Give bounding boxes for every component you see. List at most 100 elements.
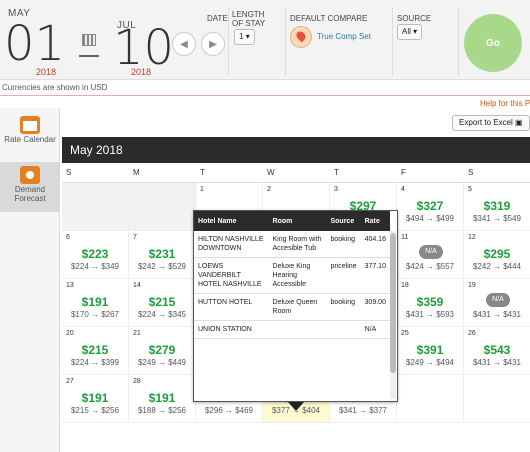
table-header: Room bbox=[268, 211, 327, 231]
popup-scrollbar[interactable] bbox=[390, 231, 396, 399]
calendar-day-cell[interactable]: 7 $231 $242 → $529 bbox=[129, 231, 196, 279]
default-compare-link[interactable]: True Comp Set bbox=[317, 32, 371, 41]
caret-down-icon: ▾ bbox=[245, 32, 250, 41]
chevron-right-icon: ▶ bbox=[209, 38, 217, 50]
table-header: Source bbox=[326, 211, 361, 231]
na-badge: N/A bbox=[419, 245, 443, 259]
scrollbar-thumb[interactable] bbox=[390, 233, 396, 373]
calendar-day-cell[interactable]: 12 $295 $242 → $444 bbox=[464, 231, 530, 279]
day-number: 5 bbox=[468, 186, 472, 193]
top-filter-bar: MAY 01 2018 JUL 10 2018 ◀ ▶ DATE LENGTH … bbox=[0, 0, 530, 80]
rate-range: $431 → $431 bbox=[472, 358, 522, 367]
calendar-day-cell[interactable]: 21 $279 $249 → $449 bbox=[129, 327, 196, 375]
currency-note: Currencies are shown in USD bbox=[2, 83, 108, 92]
source-label: SOURCE bbox=[397, 14, 432, 23]
source-value: All bbox=[402, 27, 411, 36]
caret-down-icon: ▾ bbox=[413, 27, 418, 36]
divider bbox=[392, 8, 393, 76]
rate-range: $170 → $267 bbox=[70, 310, 120, 319]
calendar-day-cell bbox=[397, 375, 464, 423]
weekday-header: W bbox=[263, 163, 330, 183]
day-number: 26 bbox=[468, 330, 476, 337]
calendar-day-cell bbox=[62, 183, 129, 231]
calendar-day-cell[interactable]: 25 $391 $249 → $494 bbox=[397, 327, 464, 375]
rate-price: $223 bbox=[81, 247, 109, 261]
date-label: DATE bbox=[207, 14, 228, 23]
calendar-day-cell[interactable]: 13 $191 $170 → $267 bbox=[62, 279, 129, 327]
rate-price: $319 bbox=[483, 199, 511, 213]
go-button[interactable]: Go bbox=[464, 14, 522, 72]
divider bbox=[228, 8, 229, 76]
map-pin-icon[interactable] bbox=[290, 26, 312, 48]
table-row: LOEWS VANDERBILT HOTEL NASHVILLE Deluxe K… bbox=[194, 257, 390, 294]
rate-range: $215 → $256 bbox=[70, 406, 120, 415]
table-cell bbox=[268, 320, 327, 339]
table-cell: King Room with Accesible Tub bbox=[268, 231, 327, 258]
table-row: UNION STATION N/A bbox=[194, 320, 390, 339]
weekday-header: F bbox=[397, 163, 464, 183]
prev-date-button[interactable]: ◀ bbox=[172, 32, 196, 56]
table-header: Rate bbox=[360, 211, 390, 231]
table-cell: LOEWS VANDERBILT HOTEL NASHVILLE bbox=[194, 257, 269, 294]
rate-table: Hotel Name Room Source Rate HILTON NASHVILL… bbox=[194, 211, 390, 339]
table-header: Hotel Name bbox=[194, 211, 269, 231]
weekday-header: S bbox=[464, 163, 530, 183]
weekday-header: T bbox=[330, 163, 397, 183]
end-year: 2018 bbox=[131, 67, 152, 77]
rate-range: $494 → $499 bbox=[405, 214, 455, 223]
calendar-day-cell[interactable]: 26 $543 $431 → $431 bbox=[464, 327, 530, 375]
rate-range: $249 → $449 bbox=[137, 358, 187, 367]
table-cell: priceline bbox=[326, 257, 361, 294]
weekday-header: M bbox=[129, 163, 196, 183]
sidebar-item-rate-calendar[interactable]: Rate Calendar bbox=[0, 112, 60, 162]
calendar-day-cell[interactable]: 14 $215 $224 → $345 bbox=[129, 279, 196, 327]
rate-price: $231 bbox=[148, 247, 176, 261]
table-row: HILTON NASHVILLE DOWNTOWN King Room with … bbox=[194, 231, 390, 258]
source-select[interactable]: All ▾ bbox=[397, 24, 423, 40]
rate-price: $215 bbox=[81, 343, 109, 357]
day-number: 4 bbox=[401, 186, 405, 193]
table-cell: 377.10 bbox=[360, 257, 390, 294]
money-icon bbox=[20, 166, 40, 184]
day-number: 18 bbox=[401, 282, 409, 289]
calendar-day-cell[interactable]: 6 $223 $224 → $349 bbox=[62, 231, 129, 279]
calendar-day-cell[interactable]: 27 $191 $215 → $256 bbox=[62, 375, 129, 423]
sidebar-item-label: Rate Calendar bbox=[4, 135, 56, 144]
calendar-icon bbox=[20, 116, 40, 134]
calendar-day-cell bbox=[464, 375, 530, 423]
table-cell: 309.00 bbox=[360, 293, 390, 321]
day-number: 27 bbox=[66, 378, 74, 385]
rate-range: $242 → $529 bbox=[137, 262, 187, 271]
sidebar-item-demand-forecast[interactable]: Demand Forecast bbox=[0, 162, 60, 212]
range-dash bbox=[79, 55, 99, 57]
calendar-day-cell[interactable]: 11 N/A $424 → $557 bbox=[397, 231, 464, 279]
table-row: HUTTON HOTEL Deluxe Queen Room booking 309.… bbox=[194, 293, 390, 321]
rate-range: $242 → $444 bbox=[472, 262, 522, 271]
weekday-header: T bbox=[196, 163, 263, 183]
rate-range: $296 → $469 bbox=[204, 406, 254, 415]
rate-price: $191 bbox=[81, 391, 109, 405]
table-cell: HUTTON HOTEL bbox=[194, 293, 269, 321]
table-cell: N/A bbox=[360, 320, 390, 339]
calendar-day-cell[interactable]: 4 $327 $494 → $499 bbox=[397, 183, 464, 231]
start-day[interactable]: 01 bbox=[4, 20, 65, 68]
rate-range: $341 → $549 bbox=[472, 214, 522, 223]
table-cell: 404.16 bbox=[360, 231, 390, 258]
calendar-day-cell[interactable]: 28 $191 $188 → $256 bbox=[129, 375, 196, 423]
calendar-icon[interactable] bbox=[82, 34, 96, 46]
end-day[interactable]: 10 bbox=[113, 24, 174, 72]
rate-price: $295 bbox=[483, 247, 511, 261]
next-date-button[interactable]: ▶ bbox=[201, 32, 225, 56]
day-number: 25 bbox=[401, 330, 409, 337]
calendar-day-cell[interactable]: 19 N/A $431 → $431 bbox=[464, 279, 530, 327]
help-link[interactable]: Help for this Page bbox=[480, 99, 530, 108]
rate-range: $224 → $345 bbox=[137, 310, 187, 319]
calendar-day-cell[interactable]: 20 $215 $224 → $399 bbox=[62, 327, 129, 375]
rate-range: $341 → $377 bbox=[338, 406, 388, 415]
calendar-day-cell[interactable]: 18 $359 $431 → $593 bbox=[397, 279, 464, 327]
calendar-day-cell[interactable]: 5 $319 $341 → $549 bbox=[464, 183, 530, 231]
length-of-stay-select[interactable]: 1 ▾ bbox=[234, 29, 255, 45]
export-excel-button[interactable]: Export to Excel ▣ bbox=[452, 115, 530, 131]
divider bbox=[285, 8, 286, 76]
rate-price: $279 bbox=[148, 343, 176, 357]
